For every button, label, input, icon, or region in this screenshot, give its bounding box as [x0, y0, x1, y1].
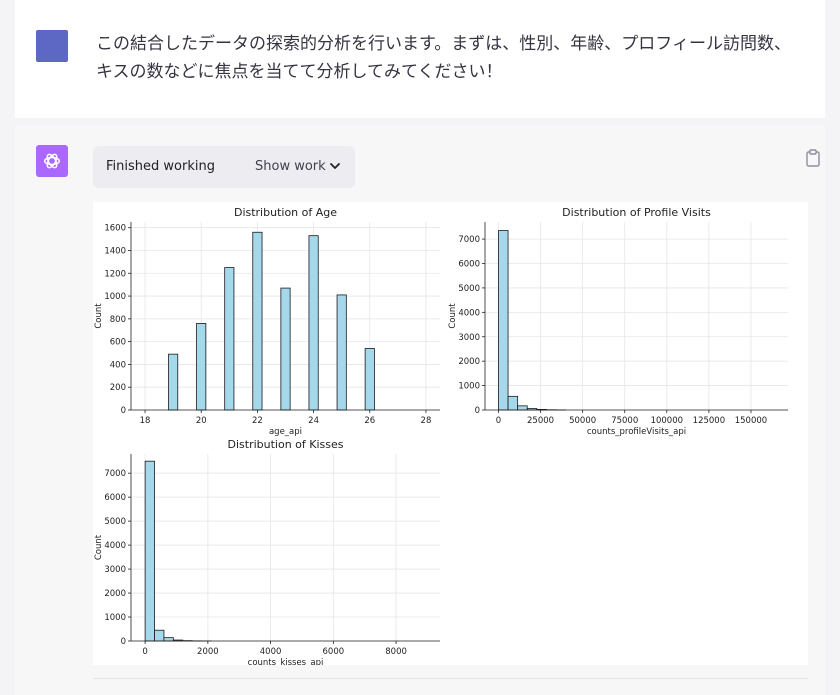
y-tick-label: 7000 — [104, 469, 126, 479]
x-tick-label: 0 — [142, 647, 147, 657]
x-tick-label: 6000 — [323, 647, 345, 657]
x-tick-label: 125000 — [693, 416, 725, 426]
chart-title: Distribution of Age — [234, 206, 337, 219]
y-tick-label: 400 — [110, 360, 126, 370]
y-axis-label: Count — [94, 303, 104, 329]
y-tick-label: 1000 — [104, 613, 126, 623]
y-tick-label: 2000 — [458, 357, 480, 367]
y-tick-label: 7000 — [458, 235, 480, 245]
x-tick-label: 26 — [364, 416, 375, 426]
y-tick-label: 2000 — [104, 589, 126, 599]
y-tick-label: 0 — [121, 406, 126, 416]
bar — [517, 405, 528, 411]
x-tick-label: 24 — [308, 416, 319, 426]
y-tick-label: 0 — [475, 406, 480, 416]
y-tick-label: 4000 — [104, 541, 126, 551]
chart-title: Distribution of Kisses — [228, 438, 344, 451]
copy-clipboard-icon[interactable] — [805, 149, 821, 167]
x-tick-label: 8000 — [385, 647, 407, 657]
x-axis-label: counts_kisses_api — [248, 658, 324, 665]
y-tick-label: 200 — [110, 383, 126, 393]
y-tick-label: 1000 — [104, 292, 126, 302]
bar — [163, 637, 174, 642]
chart-panel-1: 18 20 22 24 26 28 0 200 400 600 800 1000 1200 1400 160… — [94, 206, 440, 437]
bar — [364, 348, 375, 411]
y-tick-label: 800 — [110, 315, 126, 325]
chart-figure: 18 20 22 24 26 28 0 200 400 600 800 1000 1200 1400 160… — [93, 202, 808, 665]
y-tick-label: 3000 — [104, 565, 126, 575]
chart-panel-3: 0 2000 4000 6000 8000 0 1000 2000 3000 4000 5000 60… — [94, 438, 440, 665]
y-tick-label: 1400 — [104, 246, 126, 256]
bar — [280, 287, 291, 411]
bar — [507, 395, 519, 411]
bar — [144, 460, 155, 642]
x-tick-label: 25000 — [527, 416, 554, 426]
x-tick-label: 2000 — [197, 647, 219, 657]
y-axis-label: Count — [448, 303, 458, 329]
chevron-down-icon[interactable] — [329, 161, 341, 171]
y-tick-label: 600 — [110, 338, 126, 348]
divider — [93, 678, 808, 679]
y-tick-label: 0 — [121, 637, 126, 647]
x-tick-label: 0 — [496, 416, 501, 426]
histogram-charts: 18 20 22 24 26 28 0 200 400 600 800 1000 1200 1400 160… — [94, 206, 788, 665]
bar — [168, 353, 179, 411]
y-tick-label: 5000 — [104, 517, 126, 527]
bar — [154, 629, 165, 642]
show-work-button[interactable]: Show work — [255, 159, 326, 174]
y-axis-label: Count — [94, 534, 104, 560]
x-tick-label: 28 — [421, 416, 432, 426]
x-tick-label: 75000 — [611, 416, 638, 426]
bar — [224, 267, 235, 411]
y-tick-label: 5000 — [458, 284, 480, 294]
x-tick-label: 20 — [196, 416, 207, 426]
y-tick-label: 1200 — [104, 269, 126, 279]
user-message: この結合したデータの探索的分析を行います。まずは、性別、年齢、プロフィール訪問数… — [15, 0, 825, 118]
y-tick-label: 1600 — [104, 224, 126, 234]
bar — [308, 235, 319, 411]
chart-title: Distribution of Profile Visits — [562, 206, 711, 219]
x-tick-label: 4000 — [260, 647, 282, 657]
y-tick-label: 4000 — [458, 308, 480, 318]
y-tick-label: 1000 — [458, 382, 480, 392]
user-avatar — [36, 30, 68, 62]
y-tick-label: 3000 — [458, 333, 480, 343]
x-tick-label: 100000 — [651, 416, 683, 426]
y-tick-label: 6000 — [104, 493, 126, 503]
assistant-message: Finished working Show work 18 20 22 24 26 28 0… — [15, 125, 825, 695]
bar — [252, 231, 263, 411]
chart-panel-2: 0 25000 50000 75000 100000 125000 150000 0 1000 2… — [448, 206, 788, 437]
user-message-text: この結合したデータの探索的分析を行います。まずは、性別、年齢、プロフィール訪問数… — [96, 34, 791, 82]
x-tick-label: 18 — [140, 416, 151, 426]
x-tick-label: 50000 — [569, 416, 596, 426]
x-tick-label: 22 — [252, 416, 263, 426]
x-axis-label: age_api — [269, 427, 302, 437]
x-tick-label: 150000 — [735, 416, 767, 426]
x-axis-label: counts_profileVisits_api — [587, 427, 686, 437]
bar — [196, 323, 207, 411]
bar — [498, 230, 509, 411]
chatgpt-logo-icon — [36, 145, 68, 177]
y-tick-label: 6000 — [458, 260, 480, 270]
work-status-panel: Finished working Show work — [93, 146, 355, 188]
work-status-text: Finished working — [106, 159, 215, 174]
bar — [336, 294, 347, 411]
